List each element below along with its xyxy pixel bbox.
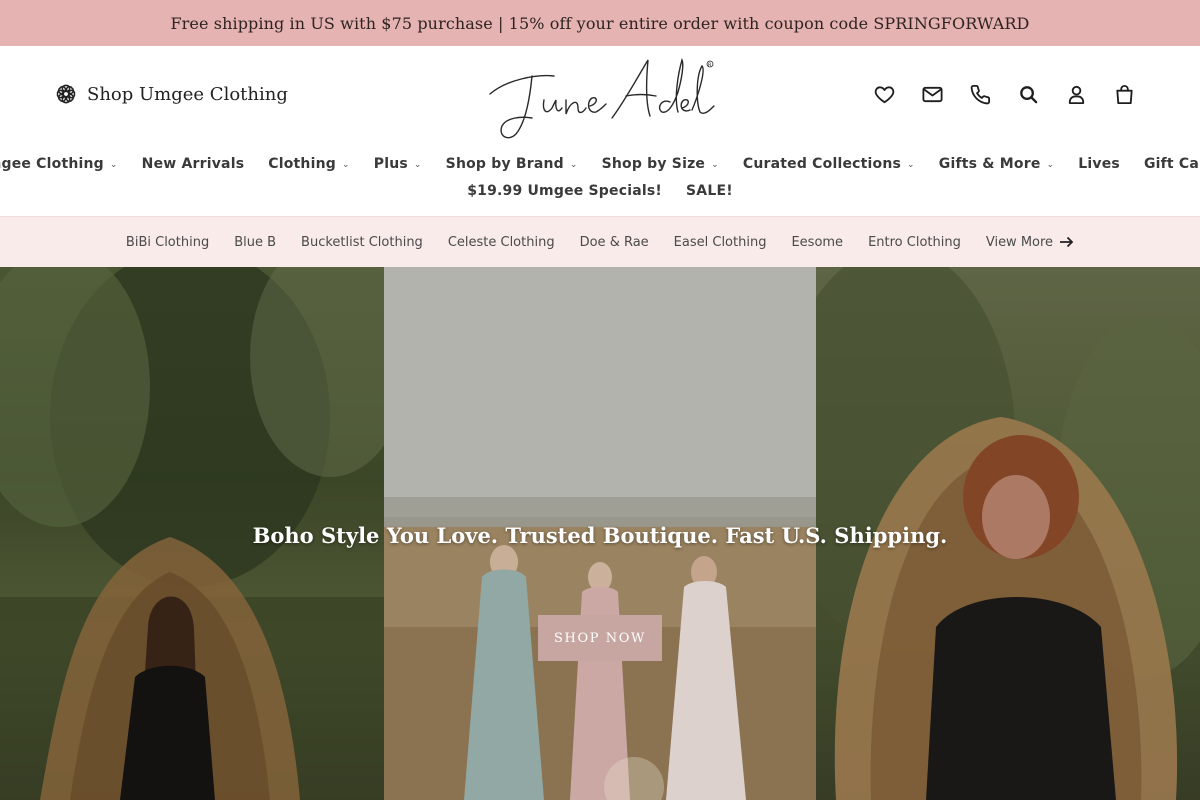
search-icon: [1019, 85, 1037, 103]
nav-row-secondary: $19.99 Umgee Specials! SALE!: [0, 177, 1200, 204]
nav-item-clothing[interactable]: Clothing ⌄: [268, 156, 350, 172]
nav-item-shop-by-brand[interactable]: Shop by Brand ⌄: [446, 156, 578, 172]
cart-icon: [1115, 84, 1133, 104]
flower-icon: [56, 84, 76, 104]
nav-item-lives[interactable]: Lives: [1078, 156, 1120, 172]
nav-label: New Arrivals: [141, 155, 245, 172]
nav-row-primary: Umgee Clothing ⌄ New Arrivals Clothing ⌄ P…: [0, 150, 1200, 177]
heart-icon: [874, 85, 894, 103]
view-more-link[interactable]: View More: [986, 235, 1074, 250]
nav-label: Clothing: [268, 155, 336, 172]
account-button[interactable]: [1064, 82, 1088, 106]
brand-link[interactable]: BiBi Clothing: [126, 235, 209, 250]
nav-label: Plus: [373, 155, 408, 172]
brand-link[interactable]: Entro Clothing: [868, 235, 961, 250]
shop-now-button[interactable]: SHOP NOW: [538, 615, 662, 661]
arrow-right-icon: [1060, 236, 1074, 248]
view-more-label: View More: [985, 234, 1054, 250]
nav-item-new-arrivals[interactable]: New Arrivals: [142, 156, 245, 172]
nav-label: Shop by Brand: [445, 155, 564, 172]
nav-label: Shop by Size: [601, 155, 706, 172]
site-header: Shop Umgee Clothing R: [0, 46, 1200, 146]
main-navigation: Umgee Clothing ⌄ New Arrivals Clothing ⌄ P…: [0, 150, 1200, 216]
june-adel-logo[interactable]: R: [486, 52, 722, 142]
phone-icon: [970, 84, 990, 104]
shop-umgee-label: Shop Umgee Clothing: [87, 83, 288, 105]
cart-button[interactable]: [1112, 82, 1136, 106]
nav-label: Gift Cards: [1143, 155, 1200, 172]
nav-label: Curated Collections: [742, 155, 902, 172]
chevron-down-icon: ⌄: [569, 159, 578, 170]
hero-banner: Boho Style You Love. Trusted Boutique. F…: [0, 267, 1200, 800]
brand-link[interactable]: Bucketlist Clothing: [301, 235, 423, 250]
account-icon: [1068, 85, 1084, 104]
wishlist-button[interactable]: [872, 82, 896, 106]
chevron-down-icon: ⌄: [413, 159, 422, 170]
nav-label: Umgee Clothing: [0, 155, 104, 172]
nav-label: $19.99 Umgee Specials!: [467, 182, 662, 199]
search-button[interactable]: [1016, 82, 1040, 106]
hero-title: Boho Style You Love. Trusted Boutique. F…: [252, 523, 948, 548]
nav-item-curated-collections[interactable]: Curated Collections ⌄: [743, 156, 915, 172]
chevron-down-icon: ⌄: [109, 159, 118, 170]
brand-link[interactable]: Celeste Clothing: [448, 235, 555, 250]
nav-item-sale[interactable]: SALE!: [686, 183, 733, 199]
contact-email-button[interactable]: [920, 82, 944, 106]
brand-link[interactable]: Doe & Rae: [580, 235, 649, 250]
mail-icon: [921, 86, 943, 102]
shop-umgee-link[interactable]: Shop Umgee Clothing: [55, 83, 288, 105]
svg-text:R: R: [708, 63, 712, 69]
nav-item-gifts-more[interactable]: Gifts & More ⌄: [939, 156, 1054, 172]
brand-link[interactable]: Easel Clothing: [674, 235, 767, 250]
nav-item-gift-cards[interactable]: Gift Cards: [1144, 156, 1200, 172]
nav-label: Gifts & More: [938, 155, 1041, 172]
nav-label: Lives: [1078, 155, 1120, 172]
chevron-down-icon: ⌄: [341, 159, 350, 170]
chevron-down-icon: ⌄: [711, 159, 719, 170]
chevron-down-icon: ⌄: [907, 159, 915, 170]
nav-item-umgee-specials[interactable]: $19.99 Umgee Specials!: [467, 183, 662, 199]
chevron-down-icon: ⌄: [1046, 159, 1055, 170]
nav-item-umgee-clothing[interactable]: Umgee Clothing ⌄: [0, 156, 118, 172]
header-icon-group: [872, 82, 1136, 106]
nav-label: SALE!: [686, 182, 733, 199]
brand-link[interactable]: Blue B: [234, 235, 276, 250]
announcement-text: Free shipping in US with $75 purchase | …: [170, 13, 1030, 33]
nav-item-plus[interactable]: Plus ⌄: [374, 156, 422, 172]
nav-item-shop-by-size[interactable]: Shop by Size ⌄: [602, 156, 719, 172]
brand-link[interactable]: Eesome: [791, 235, 843, 250]
brand-bar: BiBi Clothing Blue B Bucketlist Clothing…: [0, 216, 1200, 267]
announcement-bar: Free shipping in US with $75 purchase | …: [0, 0, 1200, 46]
contact-phone-button[interactable]: [968, 82, 992, 106]
